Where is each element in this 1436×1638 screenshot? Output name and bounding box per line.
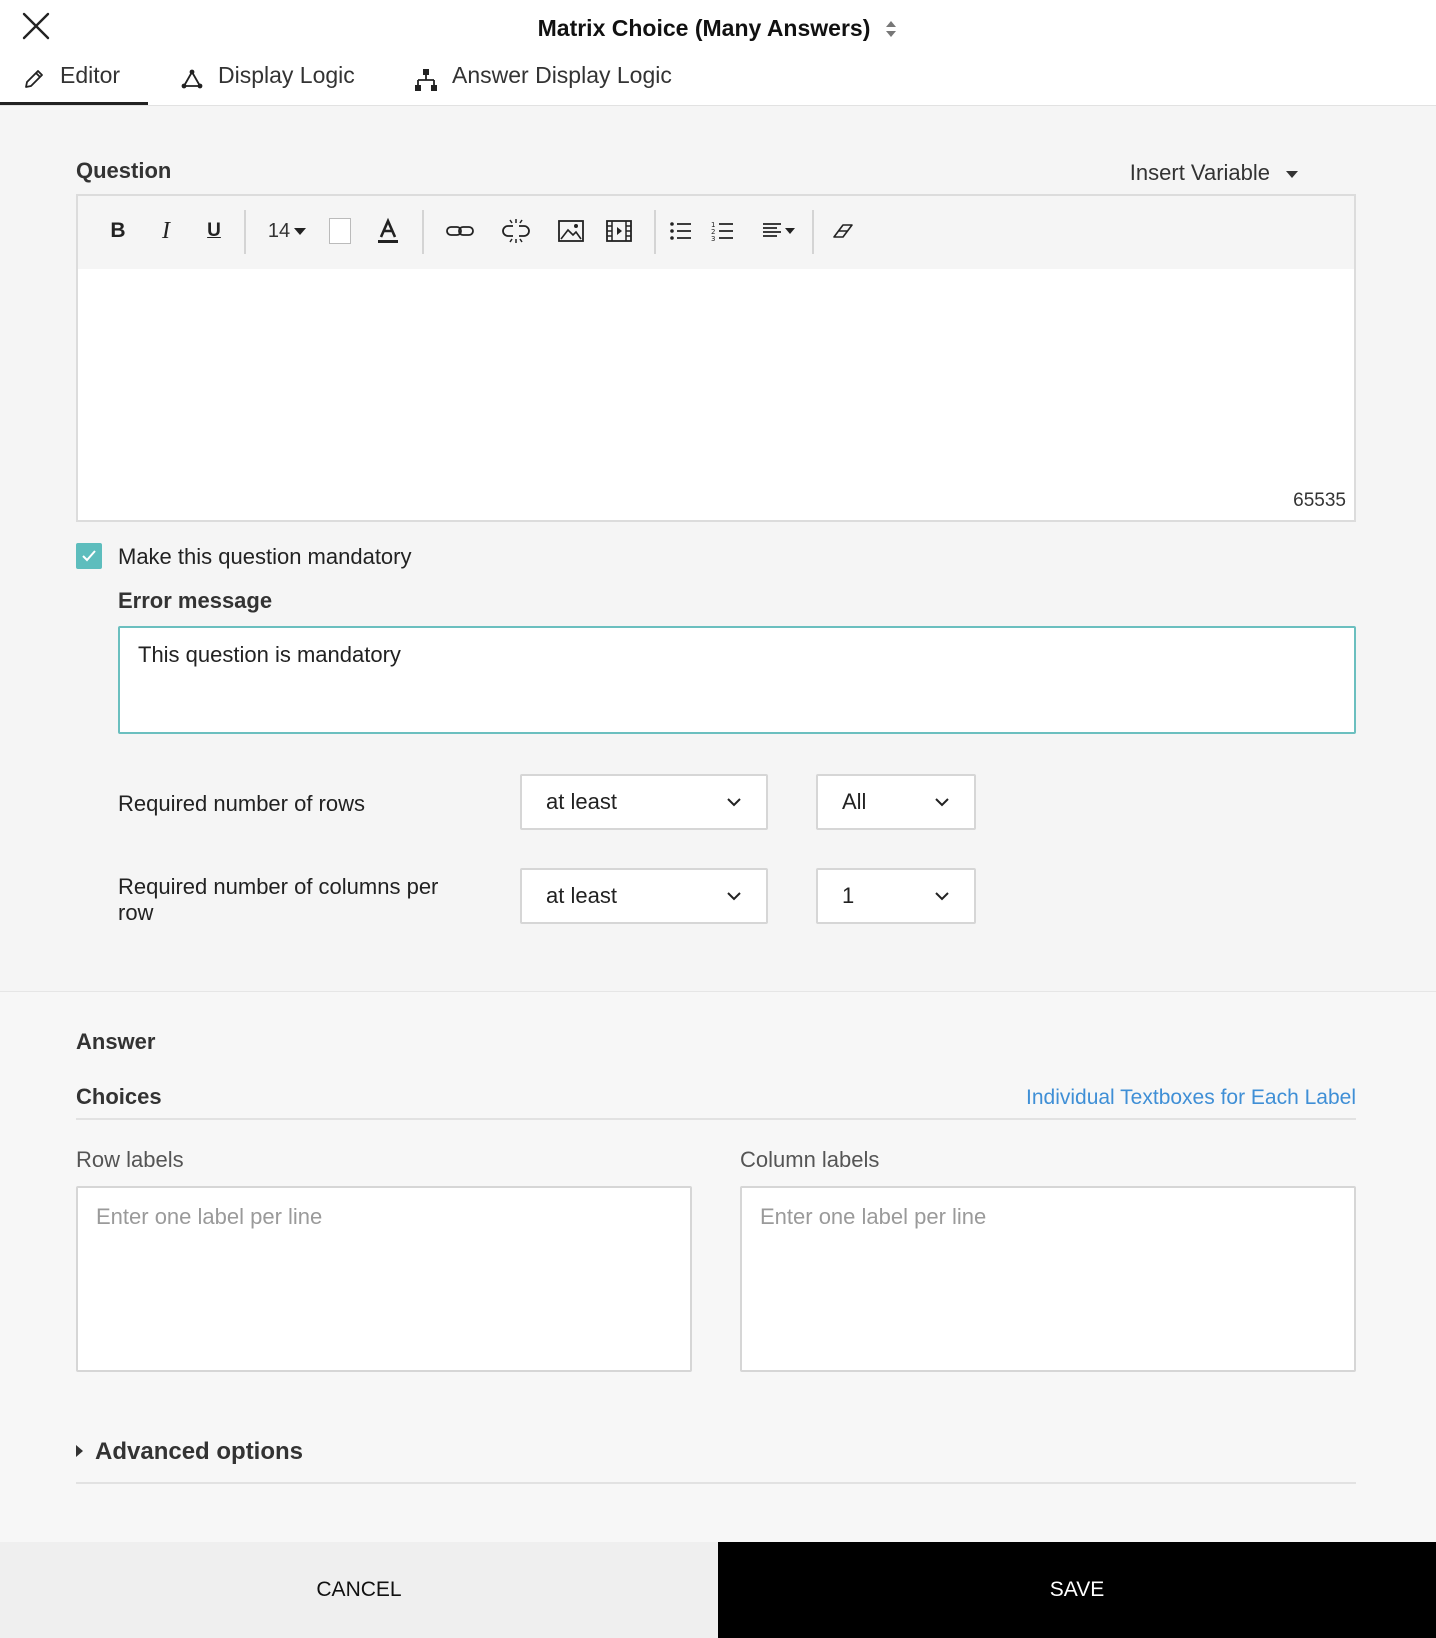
video-icon[interactable] [604,214,634,248]
insert-variable-dropdown[interactable]: Insert Variable [1130,160,1298,186]
tab-answer-display-logic-label: Answer Display Logic [452,62,672,88]
cols-mode-select[interactable]: at least [520,868,768,924]
question-type-title[interactable]: Matrix Choice (Many Answers) [0,15,1436,42]
question-heading: Question [76,158,172,183]
link-icon[interactable] [444,214,476,248]
bold-icon[interactable]: B [106,214,130,248]
rows-count-value: All [842,789,867,814]
underline-icon[interactable]: U [202,214,226,248]
font-size-dropdown[interactable]: 14 [262,214,312,248]
align-left-icon [762,223,781,237]
advanced-divider [76,1482,1356,1484]
unlink-icon[interactable] [500,214,532,248]
row-labels-input[interactable] [76,1186,692,1372]
active-tab-indicator [0,102,148,105]
italic-icon[interactable]: I [154,214,178,248]
toolbar-separator [422,210,424,254]
cols-mode-value: at least [546,883,617,908]
choices-heading: Choices [76,1084,162,1109]
display-logic-icon [181,69,203,89]
tab-editor-label: Editor [60,62,121,88]
required-columns-label: Required number of columns per row [118,874,439,925]
error-message-input[interactable] [118,626,1356,734]
tab-display-logic[interactable]: Display Logic [180,62,355,106]
question-text-area[interactable] [78,269,1354,520]
numbered-list-icon[interactable]: 123 [710,214,736,248]
image-icon[interactable] [556,214,586,248]
text-color-icon[interactable] [374,214,402,248]
toolbar-separator [654,210,656,254]
row-labels-label: Row labels [76,1147,184,1172]
column-labels-label: Column labels [740,1147,880,1172]
toolbar-separator [812,210,814,254]
caret-down-icon [784,228,795,234]
question-type-label: Matrix Choice (Many Answers) [537,15,871,41]
individual-textboxes-link[interactable]: Individual Textboxes for Each Label [1026,1086,1356,1110]
background-color-icon[interactable] [328,214,352,248]
advanced-options-label: Advanced options [95,1438,304,1465]
pencil-icon [25,70,43,88]
tab-display-logic-label: Display Logic [218,62,355,88]
chevron-down-icon [727,892,741,901]
check-icon [82,550,96,562]
mandatory-checkbox[interactable] [76,543,102,569]
character-count: 65535 [1293,490,1346,511]
editor-toolbar: B I U 14 1 2 3 [78,196,1354,269]
cols-count-select[interactable]: 1 [816,868,976,924]
caret-right-icon [76,1444,83,1457]
choices-divider [76,1118,1356,1120]
insert-variable-label: Insert Variable [1129,160,1270,185]
error-message-label: Error message [118,588,273,613]
column-labels-input[interactable] [740,1186,1356,1372]
chevron-down-icon [727,798,741,807]
save-button[interactable]: SAVE [718,1542,1436,1638]
tab-answer-display-logic[interactable]: Answer Display Logic [414,62,672,106]
align-dropdown[interactable] [758,214,798,248]
font-size-value: 14 [267,219,291,242]
caret-down-icon [294,227,307,235]
rows-mode-select[interactable]: at least [520,774,768,830]
toolbar-separator [244,210,246,254]
chevron-down-icon [935,892,949,901]
rows-mode-value: at least [546,789,617,814]
sort-arrows-icon [884,18,898,38]
answer-heading: Answer [76,1029,156,1054]
bulleted-list-icon[interactable] [668,214,694,248]
mandatory-label: Make this question mandatory [118,544,412,569]
tab-editor[interactable]: Editor [22,62,120,106]
cols-count-value: 1 [842,883,855,908]
rich-text-editor: B I U 14 1 2 3 65535 [76,194,1356,522]
cancel-button[interactable]: CANCEL [0,1542,718,1638]
answer-logic-icon [415,69,437,91]
advanced-options-toggle[interactable]: Advanced options [76,1438,303,1466]
required-rows-label: Required number of rows [118,791,366,816]
rows-count-select[interactable]: All [816,774,976,830]
svg-text:3: 3 [711,235,715,242]
chevron-down-icon [935,798,949,807]
eraser-icon[interactable] [830,214,856,248]
caret-down-icon [1286,170,1298,178]
